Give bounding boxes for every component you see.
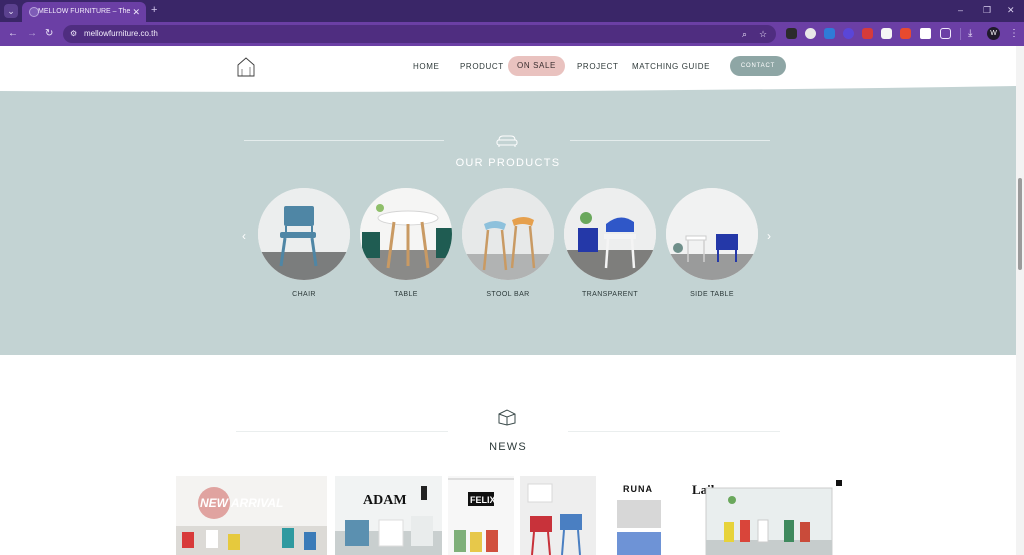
new-tab-icon[interactable]: +: [151, 4, 157, 17]
title-divider-right: [570, 140, 770, 141]
site-info-icon[interactable]: ⚙: [70, 27, 77, 41]
news-card-bar-chairs[interactable]: [520, 476, 596, 555]
tab-title: MELLOW FURNITURE – The sim: [38, 8, 130, 15]
news-card-adam[interactable]: ADAM: [335, 476, 442, 555]
extension-icon[interactable]: [862, 28, 873, 39]
product-label-side-table[interactable]: SIDE TABLE: [646, 290, 778, 300]
news-card-new-arrival[interactable]: NEW ARRIVAL: [176, 476, 327, 555]
downloads-icon[interactable]: ⤓: [968, 27, 972, 41]
minimize-icon[interactable]: –: [958, 3, 963, 17]
toolbar-divider: [960, 28, 961, 40]
title-divider-left: [244, 140, 444, 141]
forward-icon[interactable]: →: [27, 27, 37, 41]
extensions-puzzle-icon[interactable]: [940, 28, 951, 39]
tab-close-icon[interactable]: ✕: [132, 6, 140, 18]
news-card-text: RUNA: [623, 484, 653, 494]
package-icon: [498, 409, 516, 426]
extension-icon[interactable]: [900, 28, 911, 39]
news-card-felix[interactable]: FELIX: [448, 476, 514, 555]
browser-toolbar: ← → ↻ ⚙ mellowfurniture.co.th ⌕ ☆ ⤓ W ⋮: [0, 22, 1024, 46]
scrollbar-thumb[interactable]: [1018, 178, 1022, 270]
nav-on-sale[interactable]: ON SALE: [508, 56, 565, 76]
extension-icon[interactable]: [843, 28, 854, 39]
news-card-runa[interactable]: RUNA: [605, 476, 680, 555]
browser-menu-icon[interactable]: ⋮: [1009, 27, 1019, 41]
mellow-logo[interactable]: [236, 56, 256, 78]
carousel-prev-icon[interactable]: ‹: [242, 229, 246, 243]
browser-tab[interactable]: MELLOW FURNITURE – The sim ✕: [22, 2, 146, 22]
profile-avatar[interactable]: W: [987, 27, 1000, 40]
product-image-stool-bar[interactable]: [462, 188, 554, 280]
bookmark-star-icon[interactable]: ☆: [759, 27, 767, 41]
page-scrollbar[interactable]: [1016, 46, 1024, 555]
extension-icon[interactable]: [881, 28, 892, 39]
restore-icon[interactable]: ❐: [983, 3, 991, 17]
tab-search-icon[interactable]: ⌄: [4, 4, 18, 18]
news-card-text: FELIX: [470, 495, 496, 505]
url-text: mellowfurniture.co.th: [84, 29, 158, 38]
extension-icon[interactable]: [786, 28, 797, 39]
news-divider-right: [568, 431, 780, 432]
news-divider-left: [236, 431, 448, 432]
news-card-text: NEW ARRIVAL: [200, 496, 283, 510]
news-title: NEWS: [489, 441, 527, 453]
contact-button[interactable]: CONTACT: [730, 56, 786, 76]
news-card-text: ADAM: [363, 493, 407, 508]
product-image-chair[interactable]: [258, 188, 350, 280]
window-close-icon[interactable]: ✕: [1007, 3, 1015, 17]
reload-icon[interactable]: ↻: [45, 27, 53, 41]
nav-product[interactable]: PRODUCT: [460, 61, 504, 73]
product-image-table[interactable]: [360, 188, 452, 280]
extension-icon[interactable]: [805, 28, 816, 39]
address-bar[interactable]: ⚙ mellowfurniture.co.th ⌕ ☆: [63, 25, 776, 43]
sofa-icon: [496, 135, 518, 147]
browser-tab-strip: ⌄ MELLOW FURNITURE – The sim ✕ + – ❐ ✕: [0, 0, 1024, 22]
nav-matching-guide[interactable]: MATCHING GUIDE: [632, 61, 710, 73]
nav-project[interactable]: PROJECT: [577, 61, 619, 73]
zoom-icon[interactable]: ⌕: [742, 27, 747, 41]
band-top-curve: [0, 84, 1016, 92]
product-image-side-table[interactable]: [666, 188, 758, 280]
carousel-next-icon[interactable]: ›: [767, 229, 771, 243]
product-image-transparent[interactable]: [564, 188, 656, 280]
news-card-laila[interactable]: Laila: [688, 476, 844, 555]
extension-icon[interactable]: [920, 28, 931, 39]
extension-icon[interactable]: [824, 28, 835, 39]
back-icon[interactable]: ←: [8, 27, 18, 41]
our-products-title: OUR PRODUCTS: [455, 157, 561, 169]
nav-home[interactable]: HOME: [413, 61, 439, 73]
